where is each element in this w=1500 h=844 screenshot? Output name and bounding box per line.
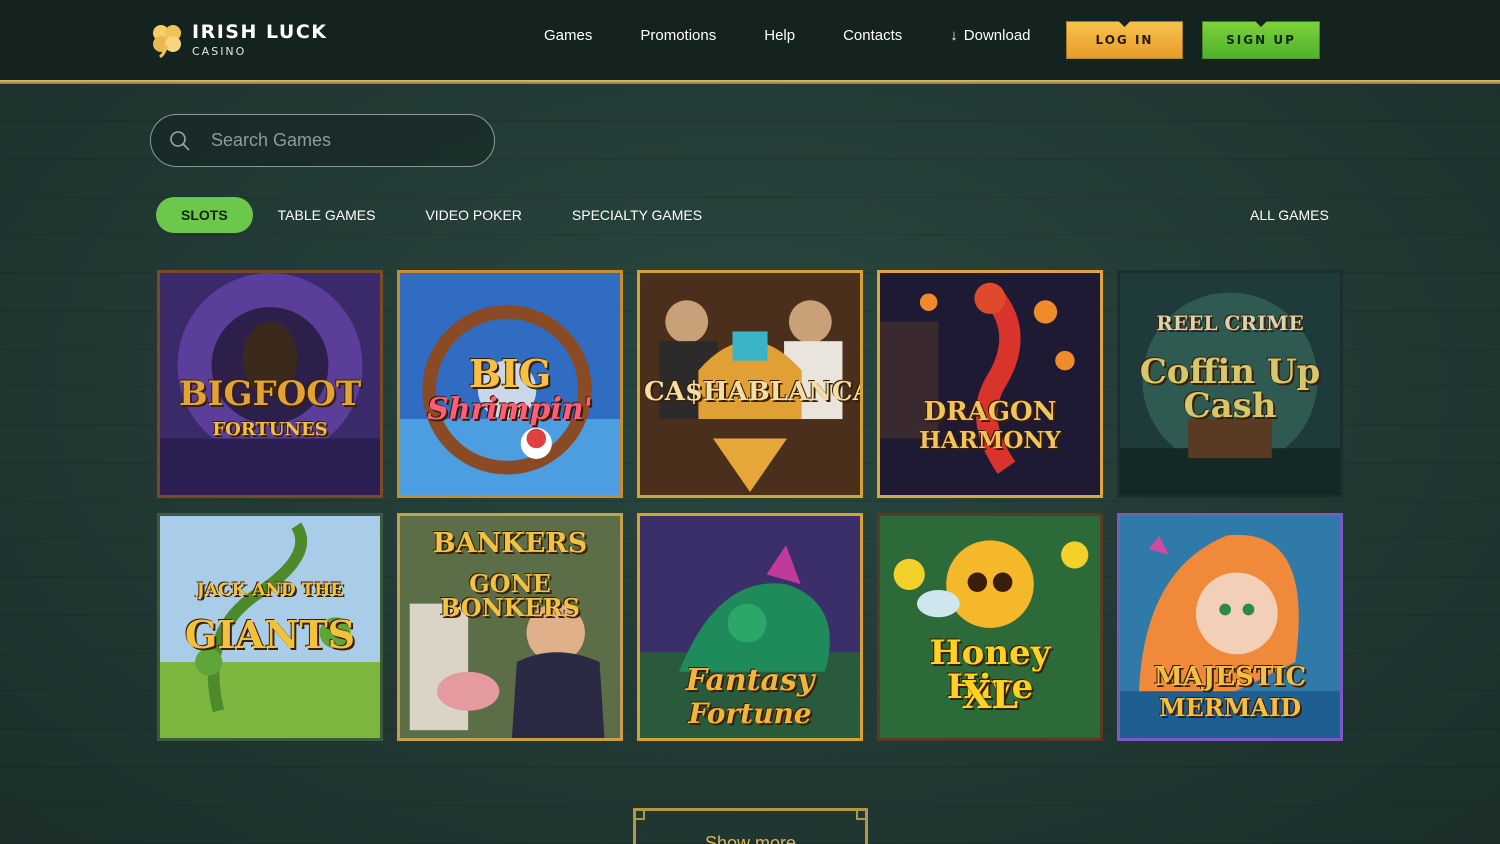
game-title: BIGFOOT xyxy=(178,374,362,414)
login-notch xyxy=(1118,21,1131,27)
game-title: CA$HABLANCA xyxy=(644,377,863,407)
nav-promotions[interactable]: Promotions xyxy=(640,27,716,44)
game-title: JACK AND THE xyxy=(196,580,344,600)
nav-games[interactable]: Games xyxy=(544,27,592,44)
signup-button[interactable]: SIGN UP xyxy=(1202,21,1320,59)
game-tile-bigfoot-fortunes[interactable]: BIGFOOT FORTUNES xyxy=(157,270,383,498)
game-tile-coffin-up-cash[interactable]: REEL CRIME Coffin Up Cash xyxy=(1117,270,1343,498)
login-label: LOG IN xyxy=(1095,33,1154,47)
download-label: Download xyxy=(963,26,1031,44)
tab-specialty-games[interactable]: SPECIALTY GAMES xyxy=(547,197,727,233)
game-subtitle: Shrimpin' xyxy=(427,392,593,427)
game-tile-bankers-gone-bonkers[interactable]: BANKERS GONE BONKERS xyxy=(397,513,623,741)
logo-subtitle: CASINO xyxy=(192,45,247,58)
shamrock-icon xyxy=(153,25,181,59)
logo-title: IRISH LUCK xyxy=(192,21,328,43)
game-title: REEL CRIME xyxy=(1156,311,1304,335)
game-subtitle: FORTUNES xyxy=(212,419,328,440)
game-subtitle: GIANTS xyxy=(184,612,356,657)
game-subtitle: GONE BONKERS xyxy=(439,569,580,622)
game-subtitle: MERMAID xyxy=(1158,693,1302,722)
show-more-corner-left xyxy=(636,811,645,820)
tab-all-games[interactable]: ALL GAMES xyxy=(1250,197,1329,233)
game-tile-honey-hive-xl[interactable]: Honey Hive XL xyxy=(877,513,1103,741)
game-title: BIG xyxy=(468,351,552,396)
show-more-corner-right xyxy=(856,811,865,820)
search-input[interactable] xyxy=(211,130,461,151)
tab-slots[interactable]: SLOTS xyxy=(156,197,253,233)
nav-help[interactable]: Help xyxy=(764,27,795,44)
nav-download[interactable]: ↓ Download xyxy=(950,27,1030,44)
games-grid: BIGFOOT FORTUNES BIG Shrimpin' CA$HABLAN… xyxy=(157,270,1343,741)
login-button[interactable]: LOG IN xyxy=(1066,21,1183,59)
game-title: BANKERS xyxy=(432,528,588,559)
game-art xyxy=(880,273,1100,495)
show-more-label: Show more xyxy=(704,833,797,844)
search-box[interactable] xyxy=(150,114,495,167)
game-tile-majestic-mermaid[interactable]: MAJESTIC MERMAID xyxy=(1117,513,1343,741)
show-more-button[interactable]: Show more xyxy=(633,808,868,844)
nav-contacts[interactable]: Contacts xyxy=(843,27,902,44)
game-title: Fantasy xyxy=(685,663,815,698)
tab-table-games[interactable]: TABLE GAMES xyxy=(253,197,401,233)
game-subtitle: HARMONY xyxy=(919,427,1061,454)
game-subtitle: Fortune xyxy=(688,697,812,730)
game-subtitle: Coffin Up Cash xyxy=(1139,352,1321,426)
tab-video-poker[interactable]: VIDEO POKER xyxy=(400,197,546,233)
game-tile-cashablanca[interactable]: CA$HABLANCA xyxy=(637,270,863,498)
signup-notch xyxy=(1255,21,1267,27)
game-tile-jack-and-the-giants[interactable]: JACK AND THE GIANTS xyxy=(157,513,383,741)
main-nav: Games Promotions Help Contacts ↓ Downloa… xyxy=(520,24,1055,46)
game-tile-dragon-harmony[interactable]: DRAGON HARMONY xyxy=(877,270,1103,498)
game-subtitle: XL xyxy=(961,672,1019,717)
game-tile-big-shrimpin[interactable]: BIG Shrimpin' xyxy=(397,270,623,498)
game-title: MAJESTIC xyxy=(1153,662,1307,692)
header-gold-border xyxy=(0,80,1500,84)
signup-label: SIGN UP xyxy=(1226,33,1296,47)
search-icon xyxy=(170,130,190,151)
game-title: DRAGON xyxy=(923,397,1057,427)
category-tabs: SLOTS TABLE GAMES VIDEO POKER SPECIALTY … xyxy=(156,197,727,233)
game-tile-fantasy-fortune[interactable]: Fantasy Fortune xyxy=(637,513,863,741)
site-header: IRISH LUCK CASINO Games Promotions Help … xyxy=(0,0,1500,80)
download-arrow-icon: ↓ xyxy=(950,26,958,44)
casino-logo[interactable]: IRISH LUCK CASINO xyxy=(150,18,328,62)
